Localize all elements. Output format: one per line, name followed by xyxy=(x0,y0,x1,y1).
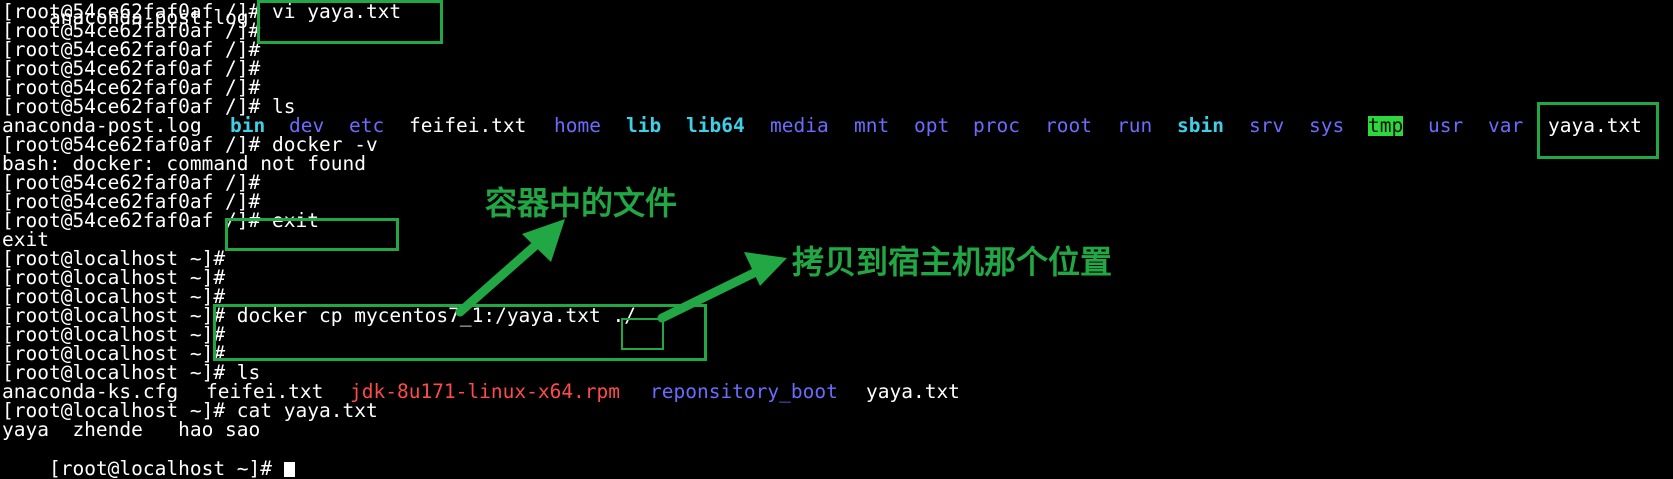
arrow-to-copy-destination xyxy=(657,265,765,323)
arrow-to-container-file xyxy=(455,232,550,317)
annotation-copy-destination: 拷贝到宿主机那个位置 xyxy=(792,243,1113,281)
arrowhead-copy-destination xyxy=(744,252,787,286)
terminal-window[interactable]: anaconda-post.log [root@54ce62faf0af /]#… xyxy=(0,0,1673,479)
annotation-container-file: 容器中的文件 xyxy=(485,184,678,222)
